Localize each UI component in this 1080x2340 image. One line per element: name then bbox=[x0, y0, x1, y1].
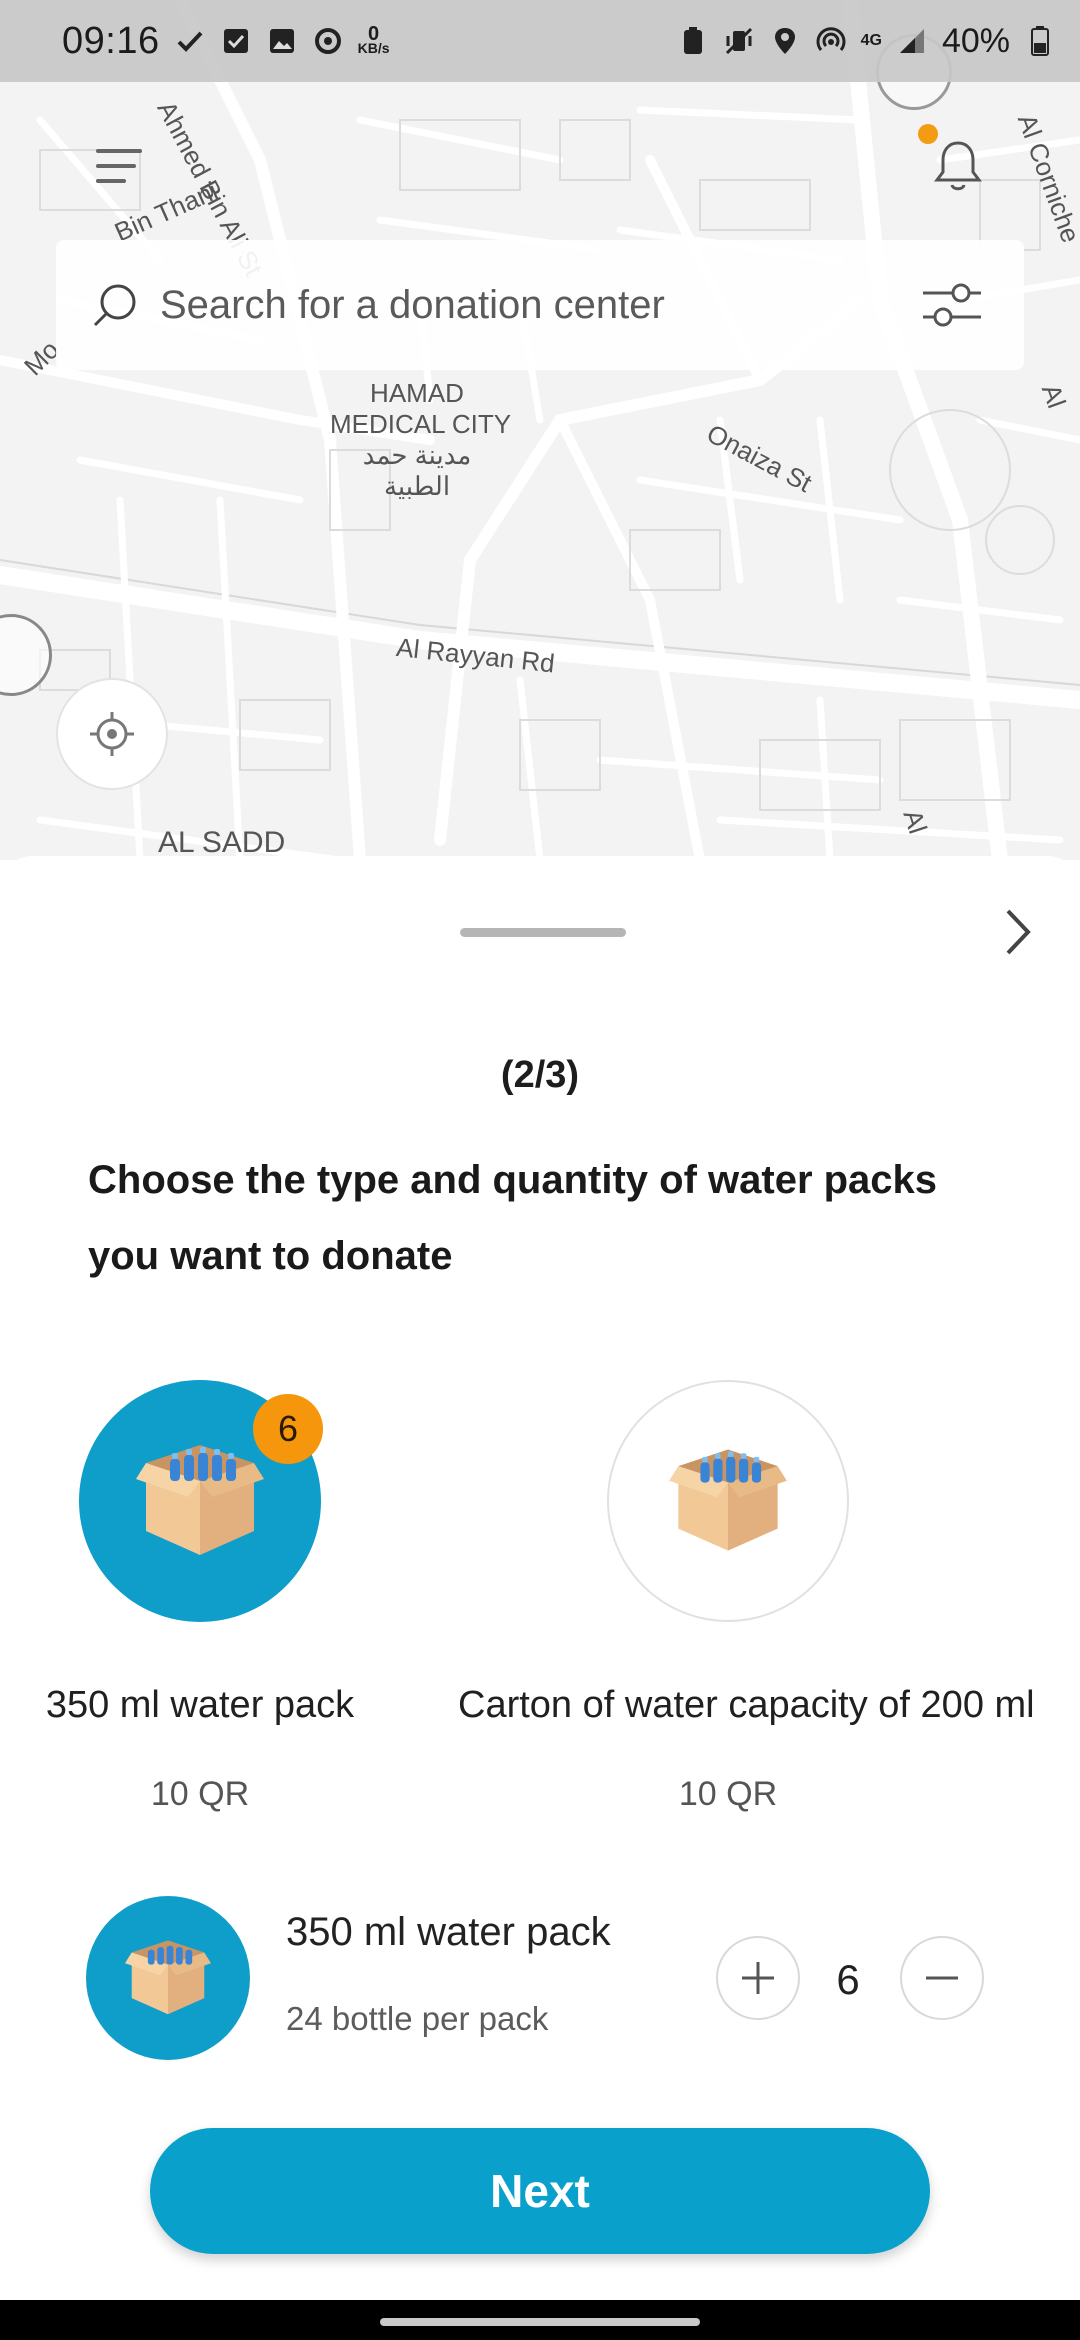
search-bar[interactable]: Search for a donation center bbox=[56, 240, 1024, 370]
step-indicator: (2/3) bbox=[500, 1054, 580, 1096]
sheet-forward-button[interactable] bbox=[990, 900, 1046, 964]
filter-button[interactable] bbox=[914, 267, 990, 343]
pack-price: 10 QR bbox=[678, 1775, 778, 1813]
menu-icon-line bbox=[96, 179, 126, 183]
map-label-district: AL SADD bbox=[158, 826, 286, 859]
next-button[interactable]: Next bbox=[150, 2128, 930, 2254]
my-location-button[interactable] bbox=[56, 678, 168, 790]
district-name: HAMAD bbox=[370, 378, 464, 408]
status-bar: 09:16 0 KB/s 4G 40% bbox=[0, 0, 1080, 82]
pack-option-circle[interactable] bbox=[607, 1380, 849, 1622]
water-box-icon bbox=[136, 1445, 264, 1555]
sync-icon bbox=[312, 25, 344, 57]
checkbox-icon bbox=[220, 25, 252, 57]
status-time: 09:16 bbox=[62, 19, 160, 62]
crosshair-icon bbox=[90, 712, 134, 756]
increase-quantity-button[interactable] bbox=[716, 1936, 800, 2020]
pack-name: Carton of water capacity of 200 ml bbox=[458, 1684, 1035, 1726]
quantity-value: 6 bbox=[836, 1956, 860, 2003]
system-nav-bar bbox=[0, 2300, 1080, 2340]
image-icon bbox=[266, 25, 298, 57]
selected-pack-subtitle: 24 bottle per pack bbox=[286, 2000, 549, 2037]
battery-saver-icon bbox=[677, 25, 709, 57]
network-speed-value: 0 bbox=[368, 23, 380, 45]
pack-option-circle[interactable]: 6 bbox=[79, 1380, 323, 1622]
pack-price: 10 QR bbox=[150, 1775, 250, 1813]
location-icon bbox=[769, 25, 801, 57]
bottom-sheet: (2/3) Choose the type and quantity of wa… bbox=[0, 856, 1080, 2300]
page-title: Choose the type and quantity of water pa… bbox=[88, 1158, 938, 1278]
water-box-icon bbox=[125, 1940, 211, 2015]
filter-sliders-icon bbox=[923, 283, 981, 327]
hotspot-icon bbox=[815, 25, 847, 57]
selected-pack-name: 350 ml water pack bbox=[286, 1910, 611, 1954]
map-label-district: HAMAD MEDICAL CITY مدينة حمد الطبية bbox=[330, 378, 512, 502]
decrease-quantity-button[interactable] bbox=[900, 1936, 984, 2020]
pack-name: 350 ml water pack bbox=[45, 1684, 355, 1726]
selected-pack-thumbnail bbox=[86, 1896, 250, 2060]
notification-dot bbox=[918, 124, 938, 144]
check-icon bbox=[174, 25, 206, 57]
menu-icon-line bbox=[96, 149, 142, 153]
home-gesture-handle[interactable] bbox=[380, 2318, 700, 2326]
menu-icon-line bbox=[96, 164, 136, 168]
search-input[interactable]: Search for a donation center bbox=[160, 283, 914, 328]
search-icon bbox=[93, 284, 136, 327]
sheet-drag-handle[interactable] bbox=[460, 928, 626, 937]
pack-option-350ml[interactable]: 6 350 ml water pack 10 QR bbox=[0, 1380, 470, 1814]
bell-icon bbox=[934, 141, 982, 191]
minus-icon bbox=[926, 1976, 958, 1980]
plus-icon bbox=[742, 1962, 774, 1994]
chevron-right-icon bbox=[1006, 909, 1031, 955]
district-name-arabic: مدينة حمد bbox=[362, 440, 472, 470]
menu-button[interactable] bbox=[82, 128, 158, 204]
network-speed-unit: KB/s bbox=[357, 40, 390, 56]
battery-level: 40% bbox=[941, 21, 1010, 60]
quantity-badge: 6 bbox=[253, 1394, 323, 1464]
status-notification-icons: 0 KB/s bbox=[174, 23, 390, 57]
district-name-line2: MEDICAL CITY bbox=[330, 409, 512, 439]
battery-icon bbox=[1024, 25, 1056, 57]
network-type: 4G bbox=[861, 25, 882, 57]
network-speed: 0 KB/s bbox=[357, 23, 390, 57]
status-system-icons: 4G 40% bbox=[677, 22, 1056, 61]
district-name-arabic-line2: الطبية bbox=[383, 471, 451, 501]
water-box-icon bbox=[669, 1449, 787, 1551]
vibrate-icon bbox=[723, 25, 755, 57]
pack-option-carton-200ml[interactable]: Carton of water capacity of 200 ml 10 QR bbox=[458, 1380, 1035, 1814]
selected-pack-row: 350 ml water pack 24 bottle per pack 6 bbox=[0, 1896, 1080, 2066]
signal-icon bbox=[896, 25, 928, 57]
network-type-label: 4G bbox=[860, 32, 882, 49]
